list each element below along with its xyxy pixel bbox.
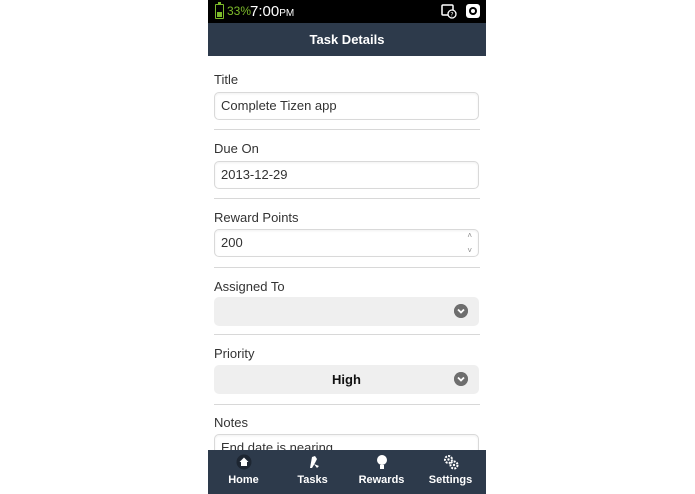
tab-settings[interactable]: Settings xyxy=(416,450,485,494)
priority-label: Priority xyxy=(214,346,255,361)
title-label: Title xyxy=(214,72,239,87)
divider xyxy=(214,129,480,130)
tab-rewards[interactable]: Rewards xyxy=(347,450,416,494)
battery-icon xyxy=(215,2,224,19)
assigned-to-select[interactable] xyxy=(214,297,479,326)
reward-points-input[interactable]: 200 ˄ ˅ xyxy=(214,229,479,257)
divider xyxy=(214,198,480,199)
chevron-down-icon xyxy=(454,372,468,386)
tab-bar: Home Tasks Rewards Settings xyxy=(208,450,486,494)
spin-down-icon[interactable]: ˅ xyxy=(467,247,472,255)
svg-text:?: ? xyxy=(450,12,453,19)
clock: 7:00PM xyxy=(250,3,295,20)
tab-rewards-label: Rewards xyxy=(358,474,405,486)
notes-label: Notes xyxy=(214,415,248,430)
priority-value: High xyxy=(332,372,361,387)
divider xyxy=(214,334,480,335)
chevron-down-icon xyxy=(454,304,468,318)
reward-points-value: 200 xyxy=(221,235,243,250)
home-icon xyxy=(236,454,252,470)
tab-home-label: Home xyxy=(228,474,259,486)
reward-points-label: Reward Points xyxy=(214,210,299,225)
due-on-label: Due On xyxy=(214,141,259,156)
rewards-icon xyxy=(377,455,387,469)
assigned-to-label: Assigned To xyxy=(214,279,285,294)
phone-screen: 33% 7:00PM ? Task Details Title Complete… xyxy=(208,0,486,494)
page-title: Task Details xyxy=(208,23,486,56)
title-input[interactable]: Complete Tizen app xyxy=(214,92,479,120)
tasks-icon xyxy=(310,456,319,468)
tab-tasks-label: Tasks xyxy=(297,474,328,486)
divider xyxy=(214,267,480,268)
battery-percent: 33% xyxy=(227,4,252,18)
due-on-input[interactable]: 2013-12-29 xyxy=(214,161,479,189)
tab-settings-label: Settings xyxy=(428,474,473,486)
settings-icon xyxy=(444,455,459,470)
camera-icon[interactable] xyxy=(465,3,481,19)
divider xyxy=(214,404,480,405)
tab-tasks[interactable]: Tasks xyxy=(278,450,347,494)
priority-select[interactable]: High xyxy=(214,365,479,394)
tab-home[interactable]: Home xyxy=(209,450,278,494)
status-bar: 33% 7:00PM ? xyxy=(208,0,486,23)
screenshot-icon[interactable]: ? xyxy=(441,3,457,19)
spin-up-icon[interactable]: ˄ xyxy=(467,232,472,240)
